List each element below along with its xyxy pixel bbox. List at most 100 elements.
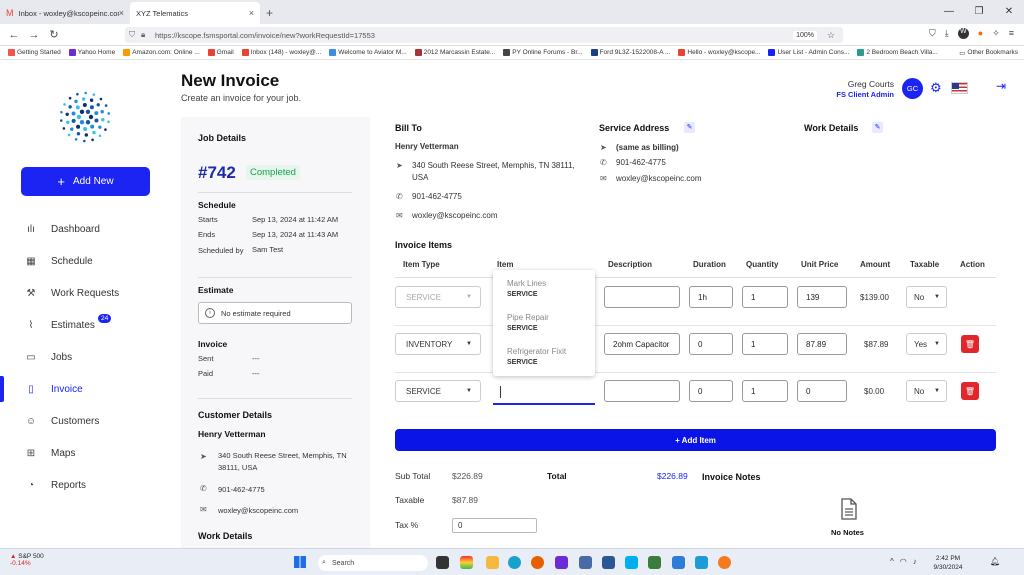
close-tab-icon[interactable]: × [119,8,124,18]
logout-icon[interactable]: ⇥ [996,79,1006,93]
no-notes-text: No Notes [831,528,864,537]
download-icon[interactable]: ⤓ [945,28,949,39]
description-input[interactable] [604,380,680,402]
unit-price-input[interactable]: 0 [797,380,847,402]
description-input[interactable] [604,286,680,308]
volume-icon[interactable]: ♪ [913,557,917,566]
sidebar-item-jobs[interactable]: ▭ Jobs [0,342,170,372]
windows-start-icon[interactable] [294,556,306,568]
item-type-value: SERVICE [406,292,441,302]
bookmark-item[interactable]: Yahoo Home [68,49,115,56]
bookmark-item[interactable]: Amazon.com: Online ... [123,49,200,56]
bookmark-star-icon[interactable]: ☆ [827,30,835,41]
minimize-icon[interactable]: — [934,0,964,22]
dropdown-option[interactable]: Mark Lines SERVICE [507,279,546,298]
widgets-app-icon[interactable] [460,556,473,569]
word-icon[interactable] [602,556,615,569]
taxable-select[interactable]: No ▼ [906,286,947,308]
duration-input[interactable]: 0 [689,380,733,402]
file-explorer-icon[interactable] [486,556,499,569]
maximize-icon[interactable]: ❐ [964,0,994,22]
firefox-icon[interactable] [531,556,544,569]
dropdown-option[interactable]: Refrigerator Fixit SERVICE [507,347,566,366]
task-view-icon[interactable] [436,556,449,569]
duration-input[interactable]: 1h [689,286,733,308]
unit-price-input[interactable]: 87.89 [797,333,847,355]
sidebar-item-work-requests[interactable]: ⚒ Work Requests [0,278,170,308]
quantity-input[interactable]: 1 [742,286,788,308]
clock[interactable]: 2:42 PM 9/30/2024 [928,554,968,572]
url-field[interactable]: ⛉ 🔒︎ https://kscope.fsmsportal.com/invoi… [125,27,843,43]
tax-input[interactable]: 0 [452,518,537,533]
sidebar-item-estimates[interactable]: ⌇ Estimates 24 [0,310,170,340]
delete-row-button[interactable]: 🗑︎ [961,382,979,400]
sidebar-item-invoice[interactable]: ▯ Invoice [0,374,170,404]
taskbar-search[interactable]: ⌕ Search [318,555,428,571]
app-icon[interactable] [718,556,731,569]
new-tab-button[interactable]: + [260,6,279,24]
sidebar-item-schedule[interactable]: ▦ Schedule [0,246,170,276]
edit-service-address-icon[interactable]: ✎ [684,122,695,133]
taxable-select[interactable]: Yes ▼ [906,333,947,355]
bookmark-item[interactable]: Ford 9L3Z-1522008-A ... [590,49,670,56]
profile-icon[interactable]: W [957,28,969,39]
edge-icon[interactable] [508,556,521,569]
other-bookmarks[interactable]: ▭ Other Bookmarks [959,48,1018,57]
dropdown-option[interactable]: Pipe Repair SERVICE [507,313,549,332]
logo-dot [68,96,72,100]
add-item-button[interactable]: + Add Item [395,429,996,451]
slack-icon[interactable] [555,556,568,569]
bookmark-item[interactable]: Hello - woxley@kscope... [678,49,760,56]
sidebar-item-customers[interactable]: ☺ Customers [0,406,170,436]
item-type-select[interactable]: INVENTORY ▼ [395,333,481,355]
menu-icon[interactable]: ≡ [1009,28,1014,39]
bookmark-item[interactable]: Gmail [207,49,234,56]
unit-price-input[interactable]: 139 [797,286,847,308]
forward-icon[interactable]: → [24,29,44,41]
bookmark-item[interactable]: Welcome to Aviator M... [329,49,407,56]
bookmark-item[interactable]: 2 Bedroom Beach Villa... [857,49,938,56]
sidebar-item-reports[interactable]: ◔ Reports [0,470,170,500]
quantity-input[interactable]: 1 [742,333,788,355]
add-new-button[interactable]: + Add New [21,167,150,196]
skype-icon[interactable] [625,556,638,569]
pocket-icon[interactable]: ⛉ [929,28,936,39]
puzzle-icon[interactable]: ✧ [992,28,1000,39]
item-type-select[interactable]: SERVICE ▼ [395,286,481,308]
duration-input[interactable]: 0 [689,333,733,355]
bookmark-item[interactable]: Getting Started [8,49,61,56]
app-icon[interactable] [579,556,592,569]
browser-tab-telematics[interactable]: XYZ Telematics × [130,2,260,24]
item-search-input[interactable] [493,381,595,405]
app-icon[interactable] [672,556,685,569]
app-icon[interactable] [695,556,708,569]
wifi-icon[interactable]: ◠ [900,557,907,566]
item-type-select[interactable]: SERVICE ▼ [395,380,481,402]
gear-icon[interactable]: ⚙ [930,80,942,96]
description-input[interactable]: 2ohm Capacitor [604,333,680,355]
app-icon[interactable] [648,556,661,569]
bookmark-item[interactable]: 2012 Marcassin Estate... [414,49,495,56]
sidebar-item-dashboard[interactable]: ılı Dashboard [0,214,170,244]
avatar[interactable]: GC [902,78,923,99]
edit-work-details-icon[interactable]: ✎ [872,122,883,133]
reload-icon[interactable]: ↻ [44,28,64,41]
zoom-level[interactable]: 100% [793,30,817,40]
back-icon[interactable]: ← [4,29,24,41]
sidebar-item-maps[interactable]: ⊞ Maps [0,438,170,468]
delete-row-button[interactable]: 🗑︎ [961,335,979,353]
chevron-up-icon[interactable]: ^ [890,557,894,566]
close-tab-icon[interactable]: × [249,8,254,18]
bookmark-item[interactable]: User List - Admin Cons... [768,49,849,56]
taxable-select[interactable]: No ▼ [906,380,947,402]
close-window-icon[interactable]: ✕ [994,0,1024,22]
bookmark-item[interactable]: Inbox (148) - woxley@... [241,49,321,56]
email-icon: ✉ [600,174,607,183]
bookmark-item[interactable]: PY Online Forums - Br... [503,49,583,56]
us-flag-icon[interactable] [951,82,968,94]
browser-tab-inbox[interactable]: M Inbox - woxley@kscopeinc.com × [0,2,130,24]
extension-icon[interactable]: ● [978,28,983,39]
notification-icon[interactable]: 🔔︎ [990,557,1000,566]
stock-widget[interactable]: ▲ S&P 500 -0.14% [10,553,44,567]
quantity-input[interactable]: 1 [742,380,788,402]
